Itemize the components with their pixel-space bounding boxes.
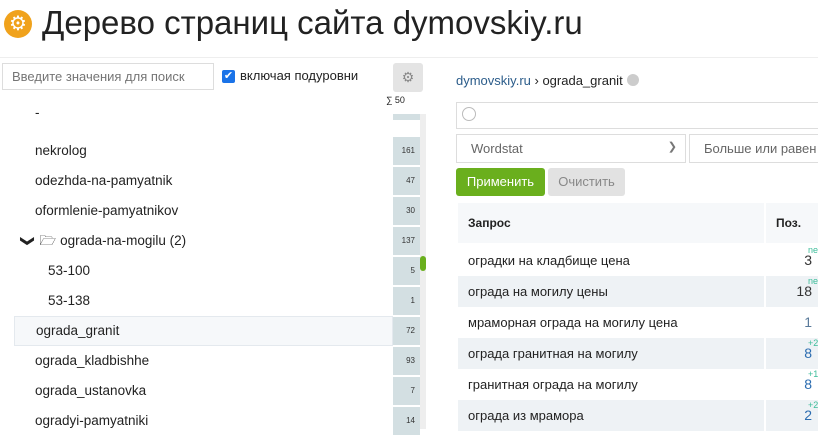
tree-item[interactable]: nekrolog (14, 136, 393, 166)
chevron-down-icon[interactable]: ❯ (13, 235, 43, 246)
tree-item-label: ograda_ustanovka (35, 383, 147, 398)
page-count-badge: 161 (393, 137, 420, 165)
tree-item[interactable]: ogradyi-pamyatniki (14, 406, 393, 436)
tree-item[interactable]: ograda_kladbishhe (14, 346, 393, 376)
include-sublevels-checkbox[interactable]: ✔ (222, 70, 235, 83)
clear-button[interactable]: Очистить (548, 168, 625, 196)
column-header-query[interactable]: Запрос (458, 203, 764, 243)
tree-item[interactable]: ograda_granit (14, 316, 393, 346)
tree-item-label: 53-138 (48, 293, 91, 308)
page-count-badge: 7 (393, 377, 420, 405)
tree-item[interactable]: ograda_ustanovka (14, 376, 393, 406)
tree-item[interactable]: 53-138 (14, 286, 393, 316)
page-count-badge: 93 (393, 347, 420, 375)
filter-operator-select[interactable]: Больше или равен (689, 134, 818, 163)
table-row[interactable]: ограда из мрамора 2 +2 (458, 400, 818, 431)
include-sublevels-label: включая подуровни (240, 68, 359, 83)
page-count-badge: 47 (393, 167, 420, 195)
position-delta: new (808, 245, 818, 255)
page-count-badge: 72 (393, 317, 420, 345)
query-cell: мраморная ограда на могилу цена (468, 315, 678, 330)
position-delta: +1 (808, 369, 818, 379)
table-row[interactable]: мраморная ограда на могилу цена 1 (458, 307, 818, 338)
breadcrumb-sep: › (530, 73, 543, 88)
tree-item[interactable]: odezhda-na-pamyatnik (14, 166, 393, 196)
breadcrumb-root[interactable]: dymovskiy.ru (456, 73, 531, 88)
query-search-input[interactable] (456, 102, 818, 129)
tree-item-label: 53-100 (48, 263, 91, 278)
filter-field-value: Wordstat (471, 141, 523, 156)
page-count-badge: 1 (393, 287, 420, 315)
filter-field-select[interactable]: Wordstat ❯ (456, 134, 686, 163)
tree-item-label: ograda_kladbishhe (35, 353, 150, 368)
tree-item-label: ograda_granit (36, 323, 120, 338)
sum-label: ∑ 50 (386, 95, 405, 105)
tree-item[interactable]: - (14, 106, 393, 136)
globe-icon[interactable] (626, 74, 639, 86)
tree-item[interactable]: 53-100 (14, 256, 393, 286)
table-row[interactable]: ограда на могилу цены18new (458, 276, 818, 307)
query-cell: оградки на кладбище цена (468, 253, 630, 268)
tree-search-input[interactable] (2, 63, 214, 90)
position-delta: new (808, 276, 818, 286)
page-count-badge: 137 (393, 227, 420, 255)
settings-button[interactable]: ⚙ (393, 63, 423, 92)
tree-item-label: - (35, 105, 40, 120)
query-cell: гранитная ограда на могилу (468, 377, 638, 392)
tree-item-label: nekrolog (35, 143, 87, 158)
position-delta: +2 (808, 400, 818, 410)
query-cell: ограда гранитная на могилу (458, 338, 764, 369)
position-cell: 2 +2 (766, 400, 818, 431)
scrollbar[interactable] (420, 114, 426, 429)
search-icon (462, 107, 476, 121)
tree-item-label: ograda-na-mogilu (2) (60, 233, 187, 248)
position-cell: 18new (766, 276, 818, 307)
query-cell: ограда на могилу цены (458, 276, 764, 307)
tree-item-label: odezhda-na-pamyatnik (35, 173, 173, 188)
tree-item-label: ogradyi-pamyatniki (35, 413, 149, 428)
table-row[interactable]: оградки на кладбище цена3new (458, 245, 818, 276)
page-count-badge: 30 (393, 197, 420, 225)
tree-item-label: oformlenie-pamyatnikov (35, 203, 179, 218)
tree-item[interactable]: ❯ 🗁 ograda-na-mogilu (2) (14, 226, 393, 256)
scrollbar-thumb[interactable] (420, 256, 426, 271)
gear-icon: ⚙ (4, 10, 32, 38)
breadcrumb-page: ograda_granit (542, 73, 623, 88)
tree-item[interactable]: oformlenie-pamyatnikov (14, 196, 393, 226)
position-delta: +2 (808, 338, 818, 348)
page-count-badge: 5 (393, 257, 420, 285)
chevron-down-icon: ❯ (667, 141, 677, 153)
apply-button[interactable]: Применить (456, 168, 545, 196)
breadcrumb: dymovskiy.ru › ograda_granit (456, 73, 639, 88)
table-row[interactable]: ограда гранитная на могилу 8 +2 (458, 338, 818, 369)
table-row[interactable]: гранитная ограда на могилу 8 +1 (458, 369, 818, 400)
query-cell: ограда из мрамора (458, 400, 764, 431)
page-count-badge (393, 114, 420, 120)
page-title: Дерево страниц сайта dymovskiy.ru (42, 4, 583, 41)
page-count-badge: 14 (393, 407, 420, 435)
